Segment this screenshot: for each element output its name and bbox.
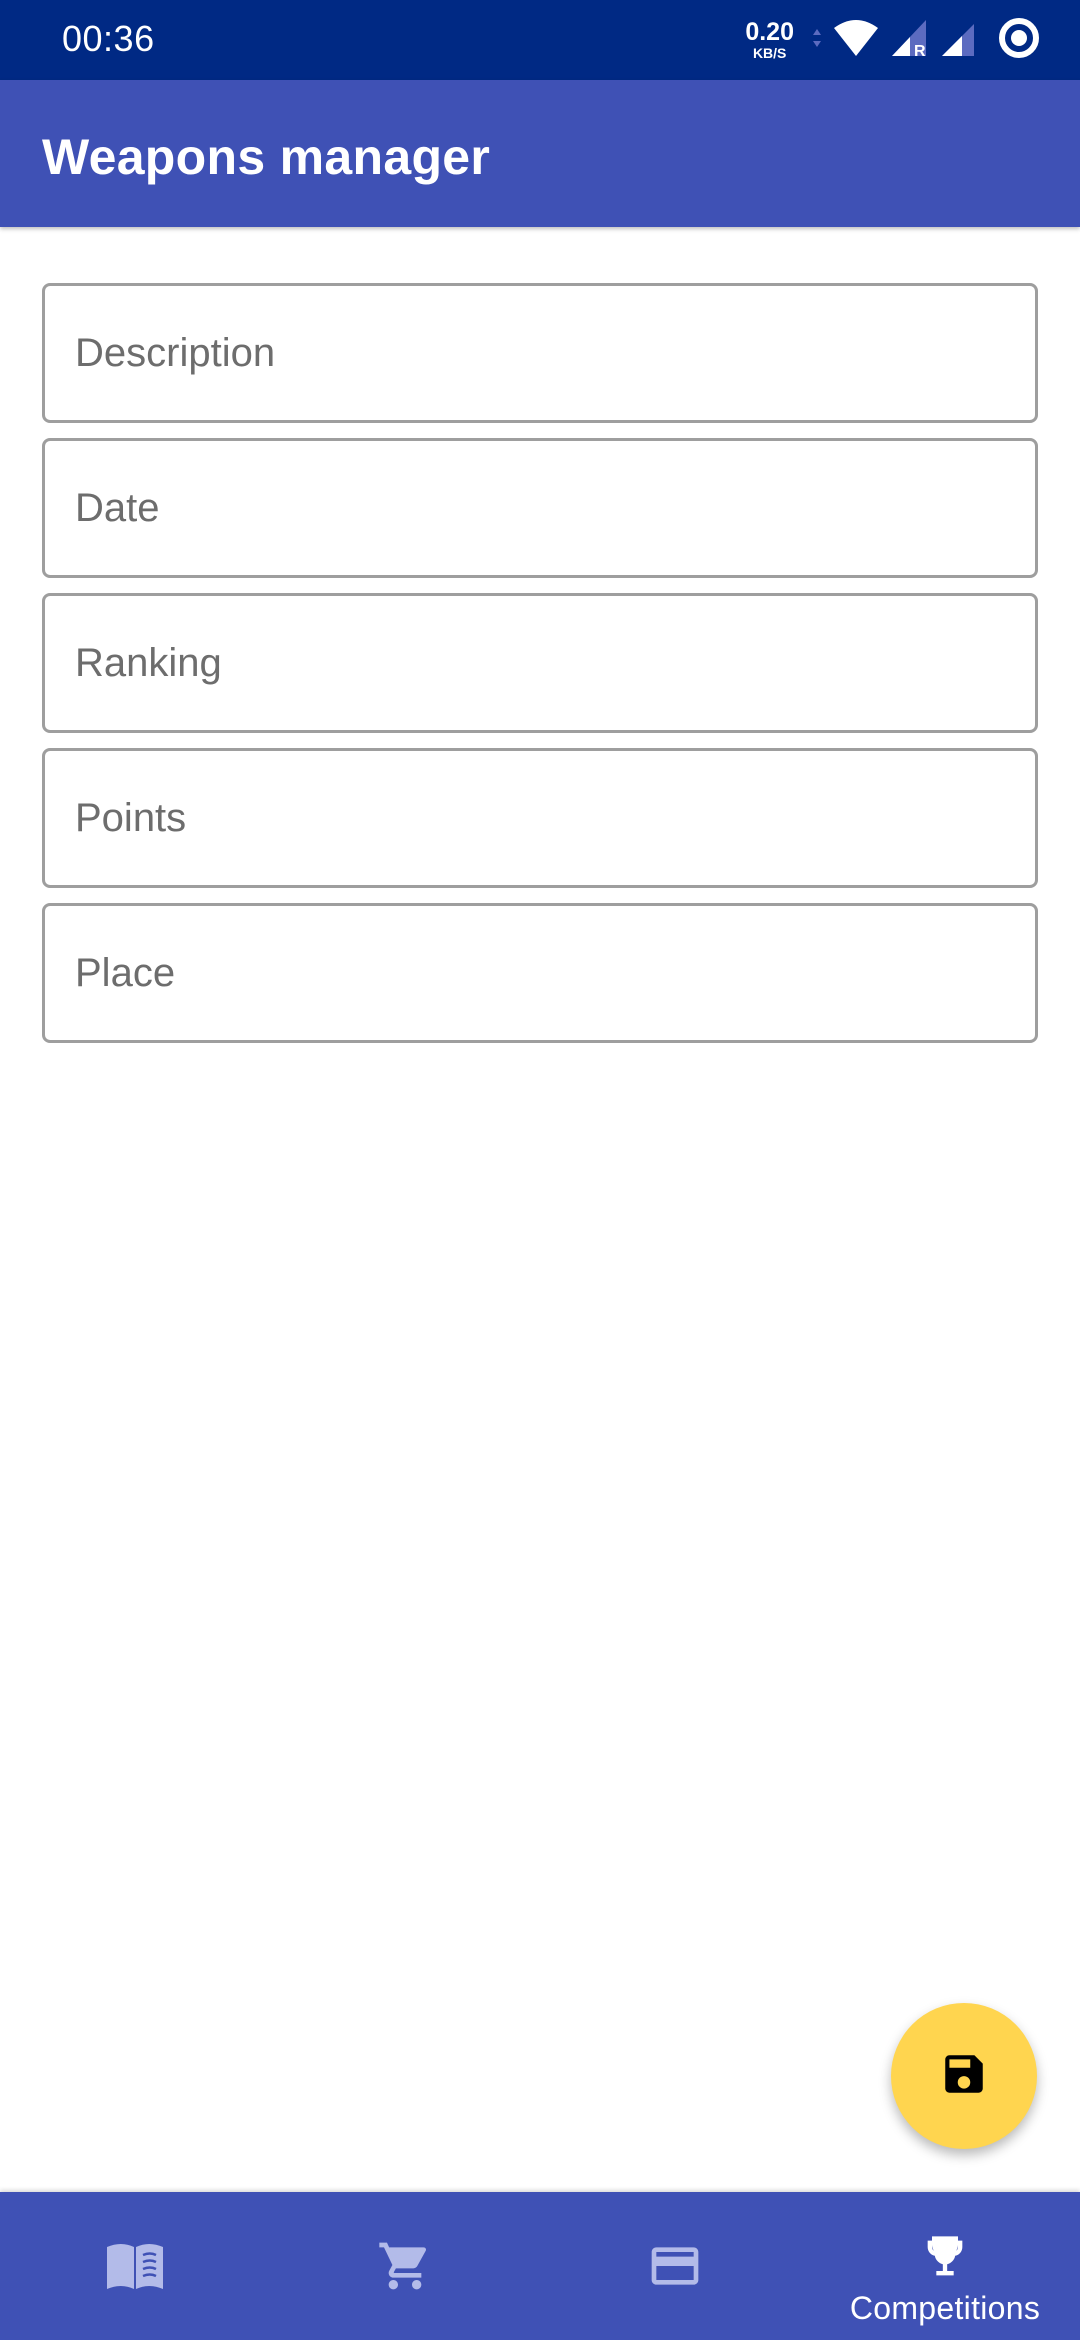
- net-speed-value: 0.20: [745, 18, 794, 46]
- wifi-icon: [832, 18, 880, 63]
- place-field[interactable]: [42, 903, 1038, 1043]
- net-speed-unit: KB/S: [752, 45, 787, 61]
- place-input[interactable]: [45, 906, 1035, 1040]
- date-field[interactable]: [42, 438, 1038, 578]
- description-field[interactable]: [42, 283, 1038, 423]
- svg-text:R: R: [914, 43, 926, 58]
- ranking-field[interactable]: [42, 593, 1038, 733]
- points-field[interactable]: [42, 748, 1038, 888]
- status-bar: 00:36 0.20 KB/S R: [0, 0, 1080, 80]
- nav-item-competitions[interactable]: Competitions: [810, 2192, 1080, 2340]
- data-transfer-icon: [812, 25, 822, 56]
- date-input[interactable]: [45, 441, 1035, 575]
- save-icon: [939, 2049, 989, 2104]
- book-icon: [105, 2241, 165, 2291]
- signal-icon: [940, 18, 976, 63]
- save-button[interactable]: [891, 2003, 1037, 2149]
- app-bar: Weapons manager: [0, 80, 1080, 227]
- nav-label-competitions: Competitions: [849, 2290, 1041, 2326]
- nav-item-shop[interactable]: [270, 2192, 540, 2340]
- net-speed: 0.20 KB/S: [745, 18, 794, 61]
- competition-form: [42, 283, 1038, 1058]
- ranking-input[interactable]: [45, 596, 1035, 730]
- bottom-navigation: Competitions: [0, 2192, 1080, 2340]
- trophy-icon: [919, 2232, 971, 2284]
- cart-icon: [377, 2238, 433, 2294]
- nav-item-payments[interactable]: [540, 2192, 810, 2340]
- nav-item-weapons[interactable]: [0, 2192, 270, 2340]
- points-input[interactable]: [45, 751, 1035, 885]
- signal-roaming-icon: R: [890, 18, 930, 63]
- status-icons: 0.20 KB/S R: [745, 14, 1040, 66]
- description-input[interactable]: [45, 286, 1035, 420]
- record-icon: [998, 17, 1040, 64]
- status-time: 00:36: [62, 18, 155, 59]
- credit-card-icon: [647, 2238, 703, 2294]
- page-title: Weapons manager: [42, 129, 491, 185]
